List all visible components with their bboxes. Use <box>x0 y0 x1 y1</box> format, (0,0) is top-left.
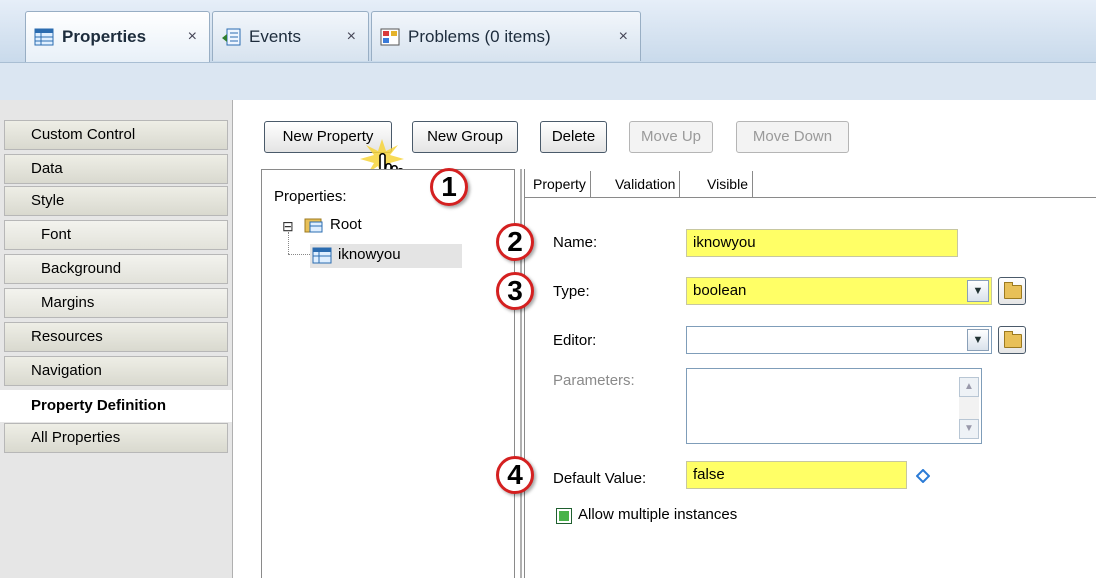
tree-node-root[interactable]: Root <box>330 216 362 233</box>
checkbox-checked-mark <box>559 511 569 521</box>
name-input[interactable]: iknowyou <box>686 229 958 257</box>
close-icon[interactable]: × <box>347 28 356 46</box>
allow-multiple-label: Allow multiple instances <box>578 506 738 523</box>
tab-label: Problems (0 items) <box>408 26 551 46</box>
editor-label: Editor: <box>553 332 597 349</box>
close-icon[interactable]: × <box>188 28 197 46</box>
callout-badge: 1 <box>430 168 468 206</box>
nav-item-navigation[interactable]: Navigation <box>4 356 228 386</box>
properties-icon <box>34 28 54 46</box>
nav-item-background[interactable]: Background <box>4 254 228 284</box>
nav-item-all-properties[interactable]: All Properties <box>4 423 228 453</box>
chevron-down-icon[interactable]: ▼ <box>967 280 989 302</box>
scroll-down-icon[interactable]: ▼ <box>959 419 979 439</box>
type-label: Type: <box>553 283 590 300</box>
move-down-button[interactable]: Move Down <box>736 121 849 153</box>
nav-item-data[interactable]: Data <box>4 154 228 184</box>
default-value-label: Default Value: <box>553 470 647 487</box>
nav-item-resources[interactable]: Resources <box>4 322 228 352</box>
subtabs-divider <box>525 197 1096 198</box>
tree-header: Properties: <box>274 188 347 205</box>
property-icon <box>312 247 332 264</box>
tab-events[interactable]: Events × <box>212 11 369 61</box>
scrollbar-track[interactable] <box>959 397 979 419</box>
close-icon[interactable]: × <box>619 28 628 46</box>
type-browse-button[interactable] <box>998 277 1026 305</box>
callout-badge: 3 <box>496 272 534 310</box>
default-value-input[interactable]: false <box>686 461 907 489</box>
properties-tree-panel: Properties: ⊟ Root iknowyou <box>261 169 515 578</box>
move-up-button[interactable]: Move Up <box>629 121 713 153</box>
name-label: Name: <box>553 234 598 251</box>
new-group-button[interactable]: New Group <box>412 121 518 153</box>
tab-problems[interactable]: Problems (0 items) × <box>371 11 641 61</box>
folder-icon <box>1004 331 1022 348</box>
parameters-textarea[interactable]: ▲ ▼ <box>686 368 982 444</box>
parameters-label: Parameters: <box>553 372 635 389</box>
nav-item-property-definition[interactable]: Property Definition <box>0 390 232 422</box>
tab-property[interactable]: Property <box>529 171 591 197</box>
tab-visible[interactable]: Visible <box>703 171 753 197</box>
nav-item-custom-control[interactable]: Custom Control <box>4 120 228 150</box>
tab-properties[interactable]: Properties × <box>25 11 210 62</box>
editor-browse-button[interactable] <box>998 326 1026 354</box>
events-icon <box>222 28 241 45</box>
allow-multiple-checkbox[interactable] <box>556 508 572 524</box>
scroll-up-icon[interactable]: ▲ <box>959 377 979 397</box>
folder-icon <box>1004 282 1022 299</box>
callout-badge: 4 <box>496 456 534 494</box>
property-categories-nav: Custom Control Data Style Font Backgroun… <box>0 100 233 578</box>
callout-badge: 2 <box>496 223 534 261</box>
editor-tab-bar: Properties × Events × Problems (0 items)… <box>0 0 1096 100</box>
tab-label: Properties <box>62 27 147 46</box>
nav-item-style[interactable]: Style <box>4 186 228 216</box>
tab-toolbar-area <box>0 63 1096 100</box>
tab-label: Events <box>249 26 301 46</box>
editor-select[interactable] <box>686 326 992 354</box>
nav-item-font[interactable]: Font <box>4 220 228 250</box>
type-select[interactable]: boolean <box>686 277 992 305</box>
folder-table-icon <box>304 218 323 233</box>
nav-item-margins[interactable]: Margins <box>4 288 228 318</box>
delete-button[interactable]: Delete <box>540 121 607 153</box>
tree-connector <box>288 254 310 256</box>
tab-validation[interactable]: Validation <box>611 171 681 197</box>
problems-icon <box>380 28 400 45</box>
diamond-icon[interactable] <box>916 469 930 483</box>
tree-node-label: iknowyou <box>338 246 401 263</box>
tree-node-selected[interactable]: iknowyou <box>310 244 462 268</box>
chevron-down-icon[interactable]: ▼ <box>967 329 989 351</box>
tree-connector <box>288 232 290 254</box>
